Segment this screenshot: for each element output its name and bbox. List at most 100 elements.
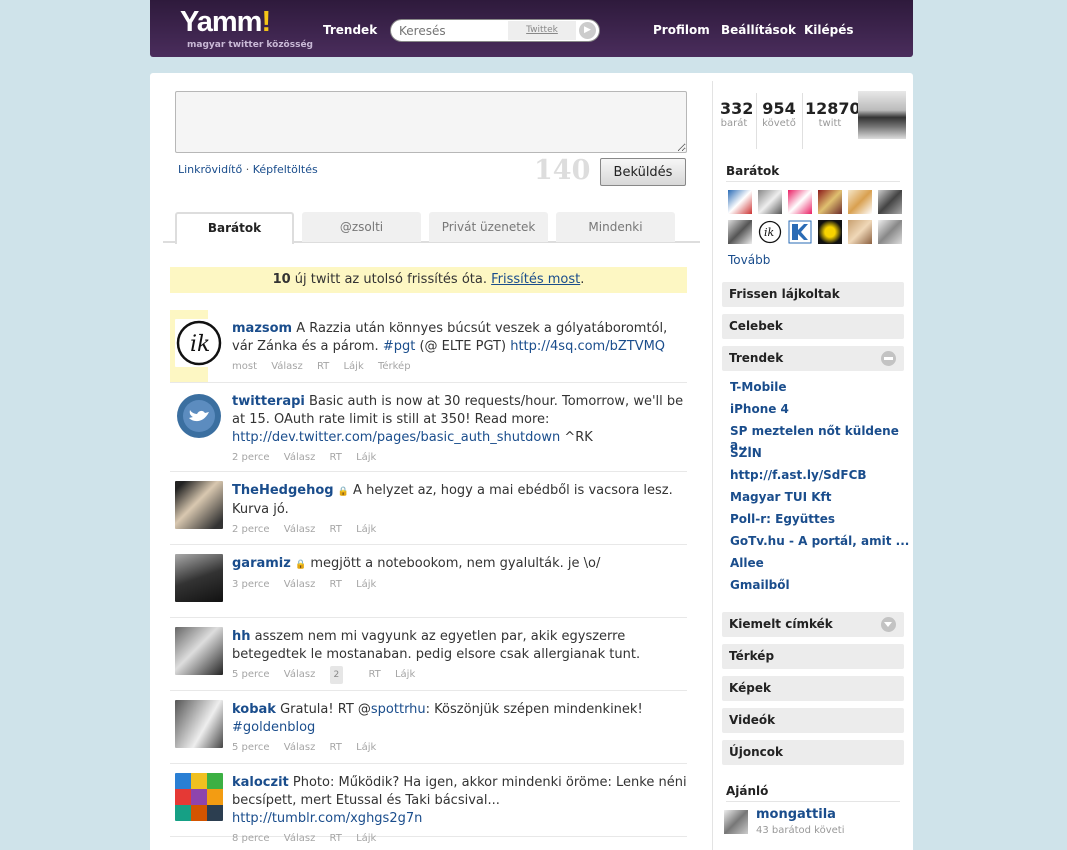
nav-logout[interactable]: Kilépés	[804, 23, 854, 37]
recent-likes-box[interactable]: Frissen lájkoltak	[722, 282, 904, 307]
avatar[interactable]	[175, 773, 223, 821]
my-avatar[interactable]	[858, 91, 906, 139]
tweet-time[interactable]: 5 perce	[232, 669, 270, 680]
reply-button[interactable]: Válasz	[284, 579, 316, 590]
tweet-username[interactable]: kobak	[232, 702, 276, 717]
retweet-button[interactable]: RT	[330, 524, 342, 535]
tab-everyone[interactable]: Mindenki	[556, 212, 675, 242]
retweet-button[interactable]: RT	[317, 361, 329, 372]
avatar[interactable]	[175, 700, 223, 748]
like-button[interactable]: Lájk	[356, 742, 376, 753]
link-shortener-link[interactable]: Linkrövidítő	[178, 163, 242, 176]
nav-settings[interactable]: Beállítások	[721, 23, 796, 37]
friend-avatar[interactable]	[788, 190, 812, 214]
map-button[interactable]: Térkép	[378, 361, 411, 372]
compose-textarea[interactable]	[175, 91, 687, 153]
newcomers-box[interactable]: Újoncok	[722, 740, 904, 765]
friend-avatar[interactable]	[878, 220, 902, 244]
tweet-time[interactable]: most	[232, 361, 257, 372]
reply-button[interactable]: Válasz	[284, 524, 316, 535]
map-box[interactable]: Térkép	[722, 644, 904, 669]
tweet-time[interactable]: 8 perce	[232, 833, 270, 844]
tweet-link[interactable]: http://tumblr.com/xghgs2g7n	[232, 811, 422, 826]
search-input[interactable]	[399, 23, 504, 39]
tweet-time[interactable]: 5 perce	[232, 742, 270, 753]
avatar[interactable]	[175, 481, 223, 529]
image-upload-link[interactable]: Képfeltöltés	[253, 163, 318, 176]
friend-avatar[interactable]	[878, 190, 902, 214]
like-button[interactable]: Lájk	[343, 361, 363, 372]
reply-button[interactable]: Válasz 2	[284, 666, 354, 684]
friend-avatar[interactable]	[728, 220, 752, 244]
friend-avatar[interactable]: ik	[758, 220, 782, 244]
collapse-icon[interactable]	[881, 351, 896, 366]
retweet-button[interactable]: RT	[330, 579, 342, 590]
retweet-button[interactable]: RT	[330, 833, 342, 844]
search-box: Twittek ▶	[390, 19, 600, 42]
tweet-link[interactable]: http://4sq.com/bZTVMQ	[510, 339, 665, 354]
search-scope-select[interactable]: Twittek	[508, 21, 576, 40]
featured-tags-box[interactable]: Kiemelt címkék	[722, 612, 904, 637]
friend-avatar[interactable]	[758, 190, 782, 214]
hashtag-link[interactable]: #pgt	[383, 339, 416, 354]
friend-avatar[interactable]	[818, 190, 842, 214]
mention-link[interactable]: spottrhu	[371, 702, 426, 717]
nav-profile[interactable]: Profilom	[653, 23, 710, 37]
recommended-user-link[interactable]: mongattila	[756, 807, 836, 822]
avatar[interactable]: ik	[175, 319, 223, 367]
tweet-item: garamiz 🔒 megjött a notebookom, nem gyal…	[170, 545, 687, 618]
avatar[interactable]	[175, 392, 223, 440]
like-button[interactable]: Lájk	[356, 524, 376, 535]
stat-friends[interactable]: 332 barát	[720, 99, 753, 129]
like-button[interactable]: Lájk	[356, 452, 376, 463]
stat-followers[interactable]: 954 követő	[762, 99, 796, 129]
reply-button[interactable]: Válasz	[284, 452, 316, 463]
tweet-time[interactable]: 2 perce	[232, 524, 270, 535]
tweet-username[interactable]: kaloczit	[232, 775, 289, 790]
tweet-body: hh asszem nem mi vagyunk az egyetlen par…	[232, 628, 687, 684]
friend-avatar[interactable]	[848, 190, 872, 214]
tweet-meta: 2 perce Válasz RT Lájk	[232, 449, 687, 467]
yamm-logo[interactable]: Yamm! magyar twitter közösség	[180, 6, 313, 50]
reply-button[interactable]: Válasz	[271, 361, 303, 372]
images-box[interactable]: Képek	[722, 676, 904, 701]
tweet-username[interactable]: TheHedgehog	[232, 483, 334, 498]
tab-private-messages[interactable]: Privát üzenetek	[429, 212, 548, 242]
like-button[interactable]: Lájk	[356, 833, 376, 844]
tab-mentions[interactable]: @zsolti	[302, 212, 421, 242]
retweet-button[interactable]: RT	[368, 669, 380, 680]
friend-avatar[interactable]	[788, 220, 812, 244]
tweet-link[interactable]: http://dev.twitter.com/pages/basic_auth_…	[232, 430, 560, 445]
hashtag-link[interactable]: #goldenblog	[232, 720, 315, 735]
tweet-username[interactable]: hh	[232, 629, 251, 644]
send-button[interactable]: Beküldés	[600, 158, 686, 186]
tab-friends[interactable]: Barátok	[175, 212, 294, 244]
search-go-icon[interactable]: ▶	[579, 22, 596, 39]
tweet-username[interactable]: garamiz	[232, 556, 291, 571]
videos-box[interactable]: Videók	[722, 708, 904, 733]
avatar[interactable]	[175, 554, 223, 602]
celebs-box[interactable]: Celebek	[722, 314, 904, 339]
more-friends-link[interactable]: Tovább	[728, 253, 770, 267]
expand-icon[interactable]	[881, 617, 896, 632]
trends-box[interactable]: Trendek	[722, 346, 904, 371]
tweet-body: mazsom A Razzia után könnyes búcsút vesz…	[232, 320, 687, 376]
avatar[interactable]	[175, 627, 223, 675]
retweet-button[interactable]: RT	[330, 742, 342, 753]
reply-button[interactable]: Válasz	[284, 833, 316, 844]
retweet-button[interactable]: RT	[330, 452, 342, 463]
reply-button[interactable]: Válasz	[284, 742, 316, 753]
friend-avatar[interactable]	[848, 220, 872, 244]
tweet-username[interactable]: twitterapi	[232, 394, 305, 409]
like-button[interactable]: Lájk	[395, 669, 415, 680]
tweet-time[interactable]: 2 perce	[232, 452, 270, 463]
tweet-time[interactable]: 3 perce	[232, 579, 270, 590]
nav-trends[interactable]: Trendek	[323, 23, 377, 37]
tweet-username[interactable]: mazsom	[232, 321, 292, 336]
refresh-now-link[interactable]: Frissítés most	[491, 272, 580, 287]
friend-avatar[interactable]	[818, 220, 842, 244]
recommended-avatar[interactable]	[724, 810, 748, 834]
friend-avatar[interactable]	[728, 190, 752, 214]
like-button[interactable]: Lájk	[356, 579, 376, 590]
stat-tweets[interactable]: 12870 twitt	[805, 99, 861, 129]
